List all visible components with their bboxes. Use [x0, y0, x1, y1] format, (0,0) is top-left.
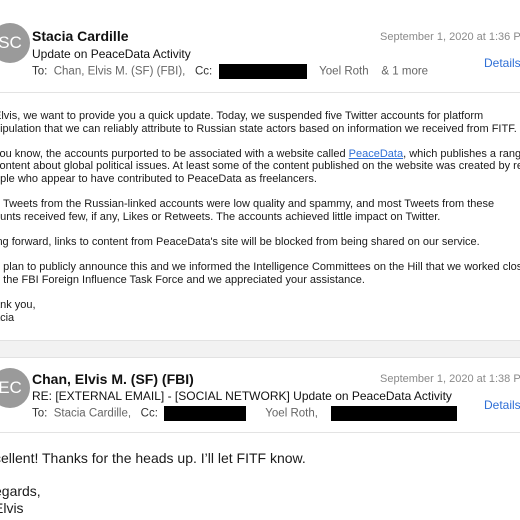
email-body-reply: cellent! Thanks for the heads up. I’ll l… [0, 450, 520, 516]
header-divider [0, 92, 520, 93]
more-recipients[interactable]: & 1 more [381, 66, 428, 78]
to-recipient[interactable]: Chan, Elvis M. (SF) (FBI), [54, 66, 186, 78]
redacted-recipient [330, 406, 457, 421]
email-message-1: SC Stacia Cardille September 1, 2020 at … [0, 0, 520, 340]
email-body: Elvis, we want to provide you a quick up… [0, 110, 520, 324]
email-subject: RE: [EXTERNAL EMAIL] - [SOCIAL NETWORK] … [32, 389, 452, 403]
to-label: To: [32, 65, 48, 78]
message-separator [0, 340, 520, 358]
body-paragraph: e plan to publicly announce this and we … [0, 261, 520, 286]
cc-recipient[interactable]: Yoel Roth [319, 66, 368, 78]
details-link[interactable]: Details [484, 56, 520, 70]
sent-date: September 1, 2020 at 1:38 PM [380, 373, 520, 385]
body-paragraph: ing forward, links to content from Peace… [0, 235, 480, 248]
sent-date: September 1, 2020 at 1:36 PM [380, 31, 520, 43]
header-divider [0, 432, 520, 433]
sender-name: Chan, Elvis M. (SF) (FBI) [32, 371, 194, 387]
signature: egards,Elvis [0, 483, 41, 516]
email-subject: Update on PeaceData Activity [32, 47, 191, 61]
body-paragraph: cellent! Thanks for the heads up. I’ll l… [0, 450, 306, 466]
cc-label: Cc: [194, 65, 213, 78]
details-link[interactable]: Details [484, 398, 520, 412]
to-recipient[interactable]: Stacia Cardille, [54, 408, 131, 420]
cc-label: Cc: [140, 407, 158, 420]
sender-avatar: SC [0, 23, 30, 63]
redacted-recipient [164, 406, 247, 421]
redacted-recipient [218, 64, 307, 79]
recipients-line: To: Chan, Elvis M. (SF) (FBI), Cc: Yoel … [32, 64, 428, 79]
recipients-line: To: Stacia Cardille, Cc: Yoel Roth, [32, 406, 457, 421]
sender-avatar: EC [0, 368, 30, 408]
peacedata-link[interactable]: PeaceData [349, 148, 403, 160]
body-paragraph: Elvis, we want to provide you a quick up… [0, 110, 517, 135]
body-paragraph: you know, the accounts purported to be a… [0, 147, 520, 185]
body-paragraph: e Tweets from the Russian-linked account… [0, 198, 495, 223]
signature: ank you,acia [0, 298, 36, 324]
sender-name: Stacia Cardille [32, 28, 129, 44]
to-label: To: [32, 407, 48, 420]
cc-recipient[interactable]: Yoel Roth, [265, 408, 318, 420]
